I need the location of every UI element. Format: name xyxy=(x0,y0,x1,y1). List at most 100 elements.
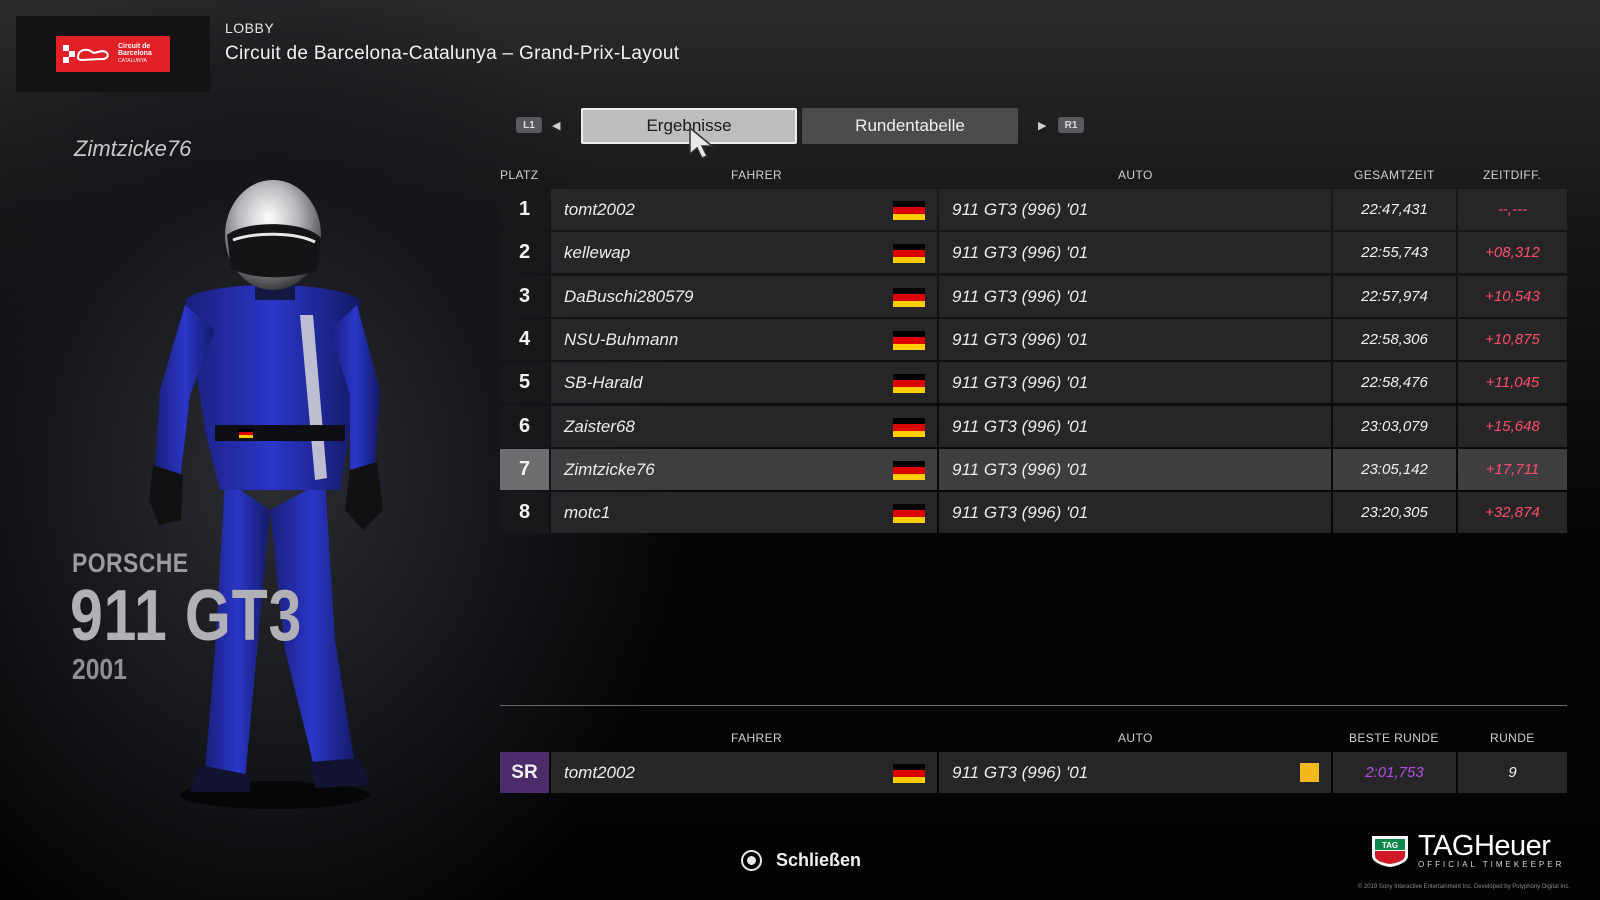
track-logo-text: Circuit de Barcelona CATALUNYA xyxy=(118,43,152,66)
fastest-lap-driver: tomt2002 xyxy=(551,752,937,793)
col-head-best-lap: BESTE RUNDE xyxy=(1349,731,1439,745)
car-year: 2001 xyxy=(72,654,127,686)
tag-heuer-wordmark: TAGHeuer OFFICIAL TIMEKEEPER xyxy=(1418,830,1565,870)
germany-flag-icon xyxy=(893,418,925,437)
logo-line-1: Circuit de xyxy=(118,42,151,50)
copyright-notice: © 2019 Sony Interactive Entertainment In… xyxy=(1357,884,1570,890)
tag-heuer-logo: TAG TAGHeuer OFFICIAL TIMEKEEPER xyxy=(1370,832,1564,869)
germany-flag-icon xyxy=(893,764,925,783)
germany-flag-icon xyxy=(893,244,925,263)
car-model: 911 GT3 xyxy=(70,576,303,656)
gap-cell: +15,648 xyxy=(1458,406,1567,447)
table-row[interactable]: 6 Zaister68 911 GT3 (996) '01 23:03,079 +15,… xyxy=(500,406,1567,447)
car-cell: 911 GT3 (996) '01 xyxy=(939,362,1331,403)
gap-cell: +10,875 xyxy=(1458,319,1567,360)
driver-name: DaBuschi280579 xyxy=(564,286,694,306)
car-cell: 911 GT3 (996) '01 xyxy=(939,232,1331,273)
fastest-lap-driver-name: tomt2002 xyxy=(564,762,635,782)
tag-heuer-sub: OFFICIAL TIMEKEEPER xyxy=(1418,860,1565,869)
gap-cell: +08,312 xyxy=(1458,232,1567,273)
circuit-layout-icon xyxy=(63,45,109,63)
driver-name: kellewap xyxy=(564,242,631,262)
lap-number: 9 xyxy=(1508,764,1517,781)
sr-badge: SR xyxy=(500,752,549,793)
driver-cell: Zimtzicke76 xyxy=(551,449,937,490)
car-cell: 911 GT3 (996) '01 xyxy=(939,319,1331,360)
position-cell: 5 xyxy=(500,362,549,403)
tag-heuer-shield-icon: TAG xyxy=(1372,835,1408,867)
germany-flag-icon xyxy=(893,288,925,307)
fastest-lap-car: 911 GT3 (996) '01 xyxy=(939,752,1331,793)
total-time-cell: 22:47,431 xyxy=(1333,189,1456,230)
driver-name: motc1 xyxy=(564,502,611,522)
position-cell: 2 xyxy=(500,232,549,273)
driver-name: Zaister68 xyxy=(564,416,635,436)
driver-cell: Zaister68 xyxy=(551,406,937,447)
driver-cell: DaBuschi280579 xyxy=(551,276,937,317)
table-row[interactable]: 4 NSU-Buhmann 911 GT3 (996) '01 22:58,306 +1… xyxy=(500,319,1567,360)
car-make: PORSCHE xyxy=(72,548,189,578)
position-cell: 7 xyxy=(500,449,549,490)
track-logo: Circuit de Barcelona CATALUNYA xyxy=(16,16,210,92)
total-time-cell: 22:58,306 xyxy=(1333,319,1456,360)
driver-name: tomt2002 xyxy=(564,199,635,219)
gap-cell: +32,874 xyxy=(1458,492,1567,533)
l1-button-hint[interactable]: L1 xyxy=(516,117,542,133)
section-label: LOBBY xyxy=(225,20,275,36)
position-cell: 8 xyxy=(500,492,549,533)
fastest-lap-row[interactable]: SR tomt2002 911 GT3 (996) '01 2:01,753 9 xyxy=(500,752,1567,793)
position-cell: 1 xyxy=(500,189,549,230)
results-screen: Circuit de Barcelona CATALUNYA LOBBY Cir… xyxy=(0,0,1600,900)
circle-button-icon xyxy=(741,850,762,871)
driver-name: NSU-Buhmann xyxy=(564,329,679,349)
total-time-cell: 22:55,743 xyxy=(1333,232,1456,273)
germany-flag-icon xyxy=(893,374,925,393)
driver-name: SB-Harald xyxy=(564,372,643,392)
col-head-position: PLATZ xyxy=(500,168,539,182)
table-row[interactable]: 1 tomt2002 911 GT3 (996) '01 22:47,431 --,--… xyxy=(500,189,1567,230)
driver-name: Zimtzicke76 xyxy=(564,459,655,479)
col-head-driver: FAHRER xyxy=(731,168,783,182)
table-row[interactable]: 7 Zimtzicke76 911 GT3 (996) '01 23:05,142 +1… xyxy=(500,449,1567,490)
tag-heuer-brand: TAGHeuer xyxy=(1418,830,1551,862)
car-cell: 911 GT3 (996) '01 xyxy=(939,189,1331,230)
car-cell: 911 GT3 (996) '01 xyxy=(939,276,1331,317)
total-time-cell: 23:03,079 xyxy=(1333,406,1456,447)
best-lap-time: 2:01,753 xyxy=(1365,764,1424,781)
tab-lap-table[interactable]: Rundentabelle xyxy=(802,108,1018,144)
col-head-total-time: GESAMTZEIT xyxy=(1354,168,1435,182)
table-row[interactable]: 8 motc1 911 GT3 (996) '01 23:20,305 +32,874 xyxy=(500,492,1567,533)
fastest-lap-car-name: 911 GT3 (996) '01 xyxy=(952,762,1089,782)
triangle-right-icon[interactable]: ▶ xyxy=(1038,119,1046,132)
gap-cell: +11,045 xyxy=(1458,362,1567,403)
section-divider xyxy=(500,705,1567,706)
mouse-pointer-icon xyxy=(689,126,714,159)
player-name: Zimtzicke76 xyxy=(74,136,192,161)
germany-flag-icon xyxy=(893,461,925,480)
col-head-gap: ZEITDIFF. xyxy=(1483,168,1542,182)
total-time-cell: 23:20,305 xyxy=(1333,492,1456,533)
position-cell: 3 xyxy=(500,276,549,317)
driver-cell: motc1 xyxy=(551,492,937,533)
table-row[interactable]: 5 SB-Harald 911 GT3 (996) '01 22:58,476 +11,… xyxy=(500,362,1567,403)
driver-cell: SB-Harald xyxy=(551,362,937,403)
close-button[interactable]: Schließen xyxy=(741,850,861,871)
col-head-fl-driver: FAHRER xyxy=(731,731,783,745)
logo-line-3: CATALUNYA xyxy=(118,57,147,64)
table-row[interactable]: 2 kellewap 911 GT3 (996) '01 22:55,743 +08,3… xyxy=(500,232,1567,273)
track-title: Circuit de Barcelona-Catalunya – Grand-P… xyxy=(225,43,680,64)
gap-cell: +10,543 xyxy=(1458,276,1567,317)
r1-button-hint[interactable]: R1 xyxy=(1058,117,1084,133)
driver-avatar xyxy=(149,180,383,809)
tyre-indicator-icon xyxy=(1300,763,1319,782)
triangle-left-icon[interactable]: ◀ xyxy=(552,119,560,132)
col-head-lap: RUNDE xyxy=(1490,731,1535,745)
germany-flag-icon xyxy=(893,504,925,523)
car-cell: 911 GT3 (996) '01 xyxy=(939,406,1331,447)
driver-cell: NSU-Buhmann xyxy=(551,319,937,360)
svg-text:TAG: TAG xyxy=(1382,841,1398,850)
table-row[interactable]: 3 DaBuschi280579 911 GT3 (996) '01 22:57,97… xyxy=(500,276,1567,317)
driver-cell: tomt2002 xyxy=(551,189,937,230)
driver-cell: kellewap xyxy=(551,232,937,273)
total-time-cell: 22:58,476 xyxy=(1333,362,1456,403)
